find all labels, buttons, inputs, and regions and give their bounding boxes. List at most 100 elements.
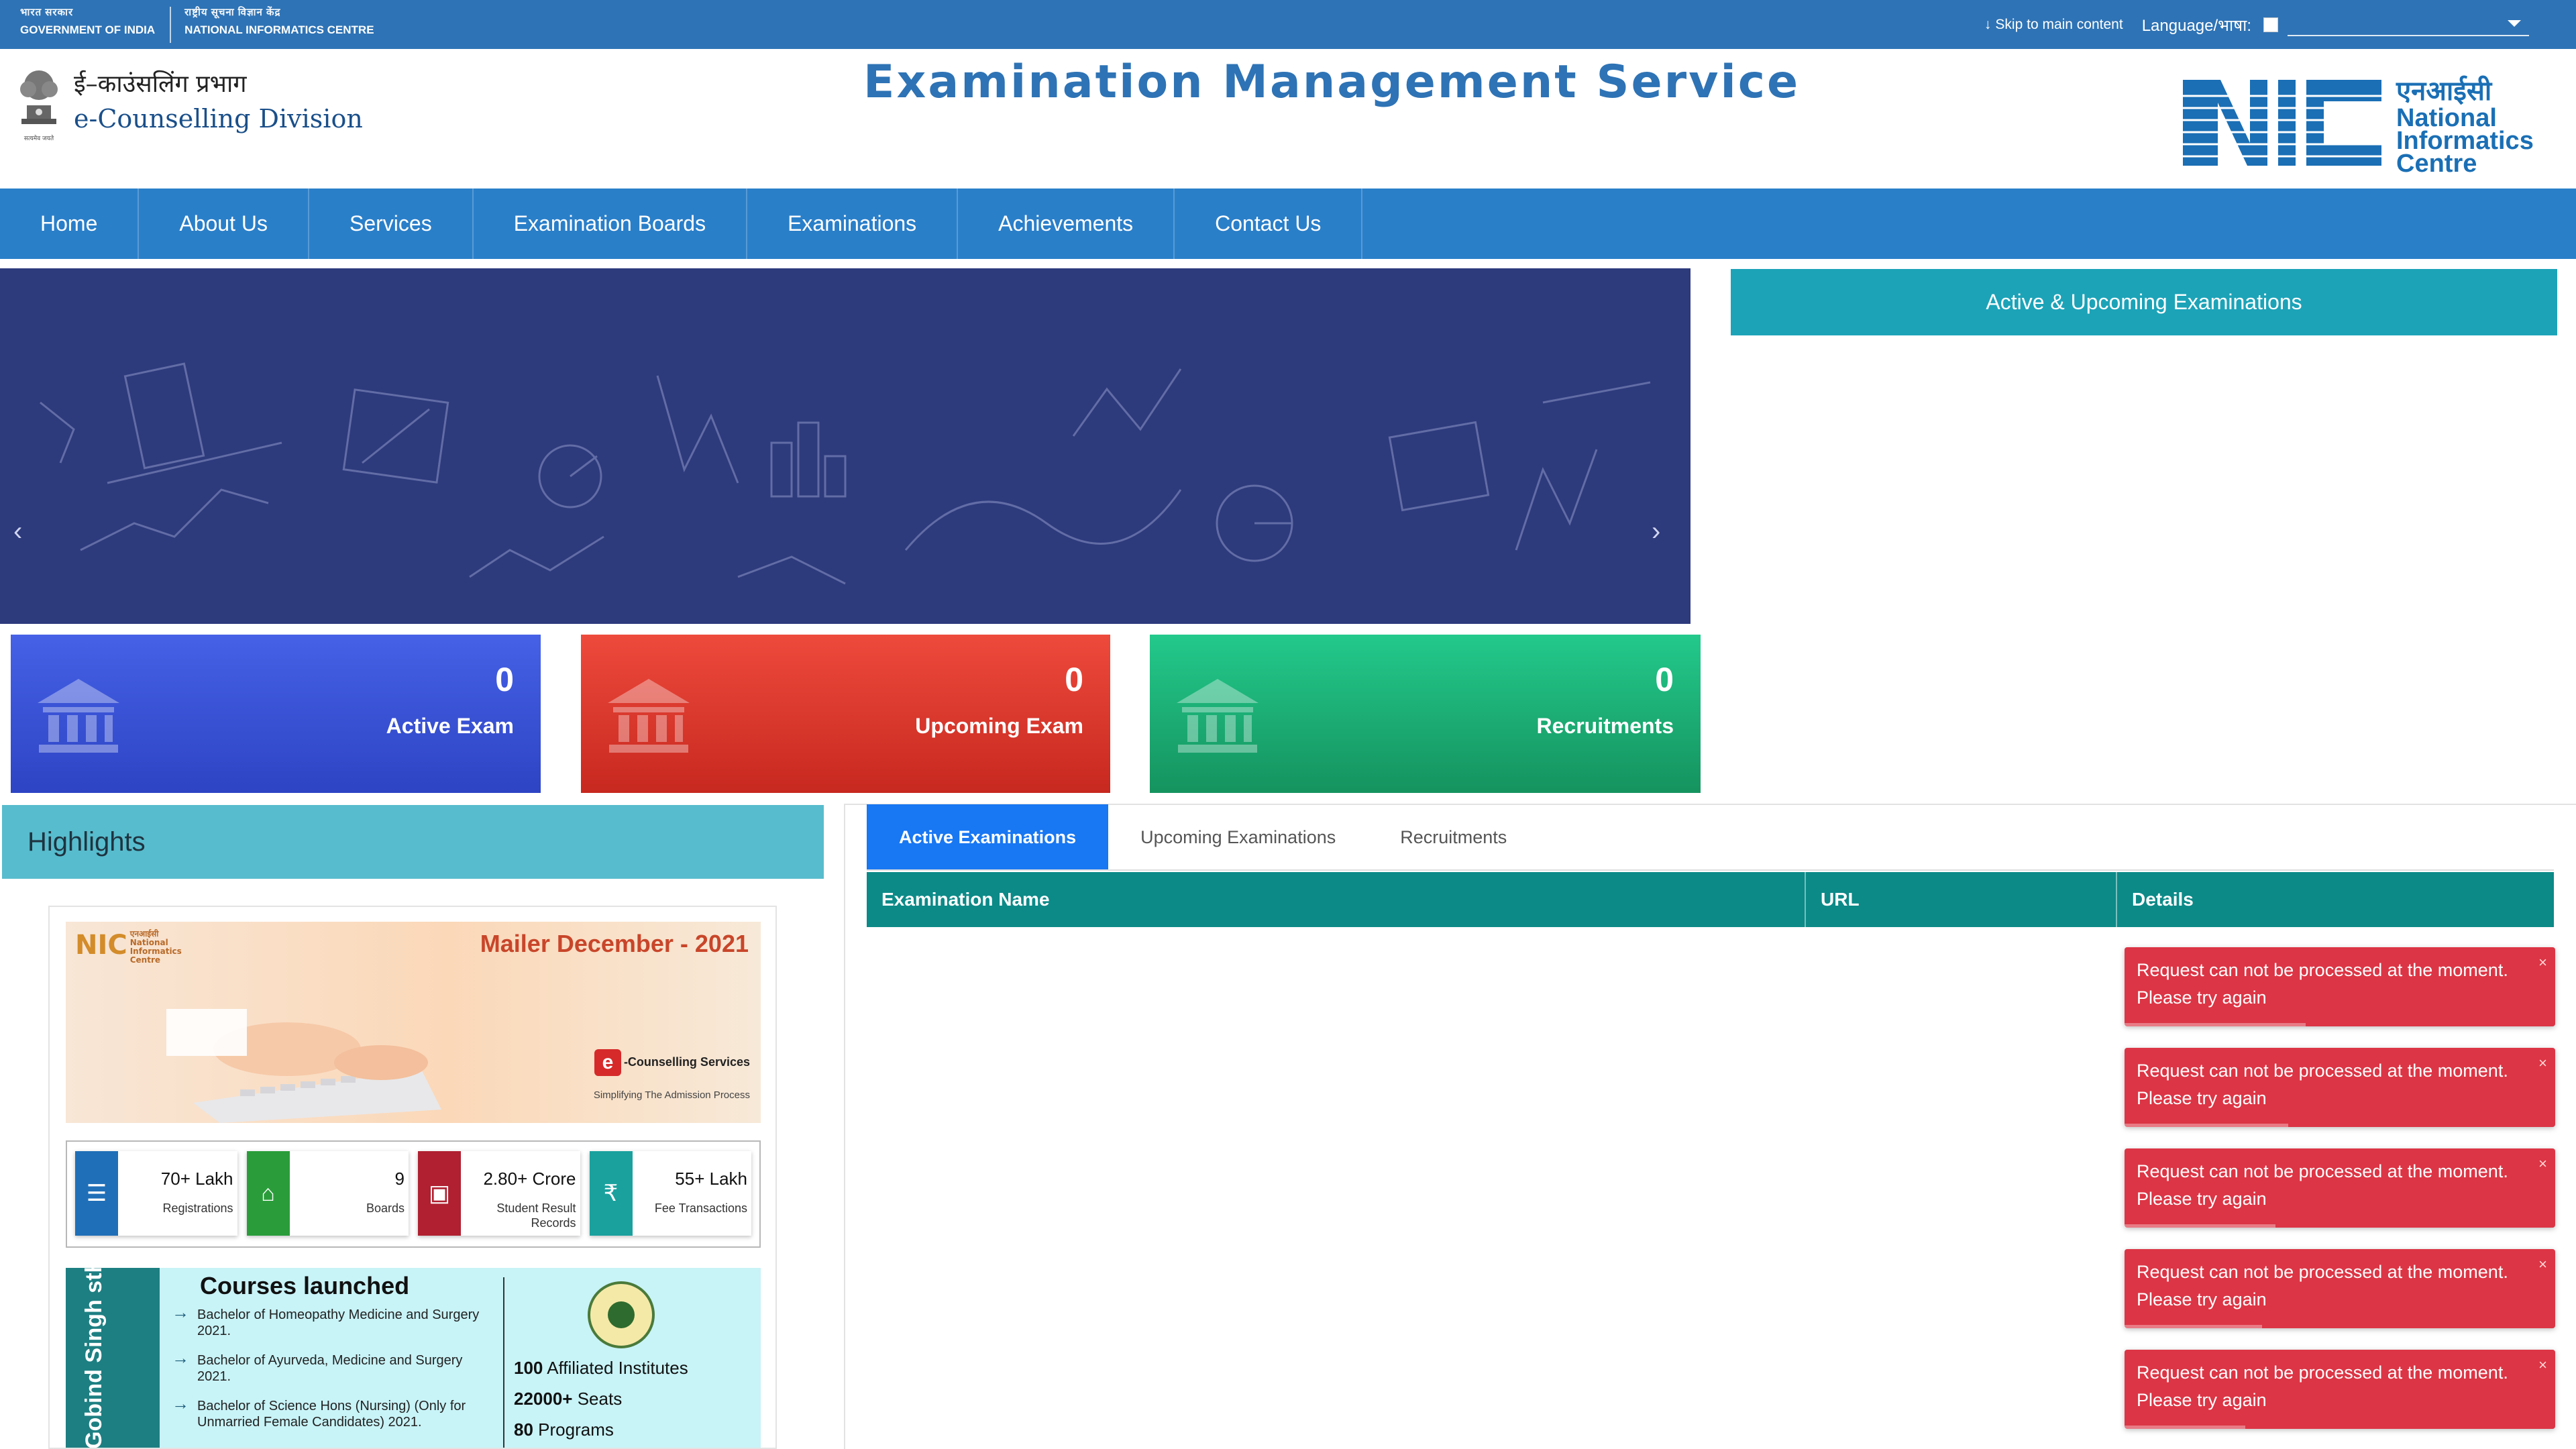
nic-english-text: NATIONAL INFORMATICS CENTRE [184, 23, 374, 36]
result-records-label: Student Result Records [496, 1201, 576, 1230]
bank-icon [1177, 679, 1258, 753]
error-toast[interactable]: × Request can not be processed at the mo… [2125, 947, 2555, 1026]
highlights-card: NIC एनआईसी National Informatics Centre Ma… [48, 906, 777, 1449]
division-name[interactable]: ई–काउंसलिंग प्रभाग e-Counselling Divisio… [74, 68, 363, 136]
home-icon: ⌂ [246, 1151, 290, 1236]
nic-link[interactable]: राष्ट्रीय सूचना विज्ञान केंद्र NATIONAL … [184, 7, 388, 43]
upcoming-exam-card[interactable]: 0 Upcoming Exam [581, 635, 1110, 793]
active-exam-count: 0 [495, 661, 514, 698]
national-emblem-logo[interactable]: सत्यमेव जयते [12, 58, 66, 146]
column-examination-name[interactable]: Examination Name [867, 872, 1806, 927]
nav-achievements[interactable]: Achievements [958, 189, 1175, 259]
stat-number: 22000+ [514, 1389, 573, 1409]
active-upcoming-header: Active & Upcoming Examinations [1731, 269, 2557, 335]
stat-text: Affiliated Institutes [547, 1358, 688, 1378]
banner-carousel[interactable]: ‹ › [0, 268, 1690, 624]
toast-progress-bar [2125, 1426, 2245, 1429]
close-icon[interactable]: × [2538, 1351, 2547, 1379]
toast-message: Request can not be processed at the mome… [2137, 1362, 2508, 1383]
stat-text: Programs [538, 1419, 614, 1440]
chevron-down-icon [2508, 20, 2521, 27]
page-title: Examination Management Service [863, 56, 1801, 109]
mailer-nic-logo: NIC एनआईसी National Informatics Centre [75, 929, 182, 965]
active-exam-card[interactable]: 0 Active Exam [11, 635, 541, 793]
close-icon[interactable]: × [2538, 1049, 2547, 1077]
gov-bar-actions: ↓ Skip to main content Language/भाषा: [1984, 13, 2529, 36]
tab-upcoming-examinations[interactable]: Upcoming Examinations [1108, 804, 1368, 870]
close-icon[interactable]: × [2538, 1150, 2547, 1177]
main-nav: Home About Us Services Examination Board… [0, 189, 2576, 259]
upcoming-exam-label: Upcoming Exam [915, 714, 1083, 738]
close-icon[interactable]: × [2538, 949, 2547, 976]
money-icon: ₹ [589, 1151, 633, 1236]
result-records-stat: ▣ 2.80+ Crore Student Result Records [418, 1151, 580, 1236]
id-card-icon: ▣ [418, 1151, 461, 1236]
language-checkbox[interactable] [2263, 17, 2278, 32]
gov-hindi-text: भारत सरकार [20, 7, 74, 18]
keyboard-hands-illustration [166, 1009, 441, 1123]
document-icon: ☰ [75, 1151, 118, 1236]
toast-message: Request can not be processed at the mome… [2137, 960, 2508, 980]
error-toast[interactable]: × Request can not be processed at the mo… [2125, 1148, 2555, 1228]
toast-progress-bar [2125, 1325, 2263, 1328]
nav-examination-boards[interactable]: Examination Boards [474, 189, 748, 259]
course-item: Bachelor of Homeopathy Medicine and Surg… [172, 1304, 488, 1339]
tab-recruitments[interactable]: Recruitments [1368, 804, 1539, 870]
toast-message-retry: Please try again [2137, 1390, 2267, 1410]
stat-text: Seats [577, 1389, 623, 1409]
gov-india-link[interactable]: भारत सरकार GOVERNMENT OF INDIA [20, 7, 172, 43]
nav-home[interactable]: Home [0, 189, 140, 259]
skip-to-main-link[interactable]: ↓ Skip to main content [1984, 17, 2123, 33]
language-select[interactable] [2288, 13, 2529, 36]
gov-english-text: GOVERNMENT OF INDIA [20, 23, 156, 36]
column-url[interactable]: URL [1806, 872, 2117, 927]
fee-transactions-label: Fee Transactions [654, 1201, 747, 1215]
courses-heading: Courses launched [200, 1272, 410, 1299]
mailer-service-badge: e -Counselling Services [594, 1049, 750, 1076]
nic-logo-line3: Centre [2396, 150, 2477, 178]
e-logo-icon: e [594, 1049, 621, 1076]
highlights-heading: Highlights [2, 805, 824, 879]
division-hindi: ई–काउंसलिंग प्रभाग [74, 70, 247, 98]
highlight-stats-row: ☰ 70+ Lakh Registrations ⌂ 9 Boards ▣ 2.… [66, 1140, 761, 1248]
carousel-next-arrow-icon[interactable]: › [1652, 517, 1660, 547]
gov-identity: भारत सरकार GOVERNMENT OF INDIA राष्ट्रीय… [20, 7, 402, 43]
affiliated-institutes-stat: 100 Affiliated Institutes [514, 1358, 688, 1379]
nav-about-us[interactable]: About Us [139, 189, 309, 259]
courses-launched-panel[interactable]: Gobind Singh stha University (GGSIPU) Co… [66, 1268, 761, 1448]
toast-message-retry: Please try again [2137, 1189, 2267, 1209]
banner-illustration [40, 362, 1651, 585]
boards-label: Boards [366, 1201, 405, 1215]
stat-number: 100 [514, 1358, 543, 1378]
mailer-banner[interactable]: NIC एनआईसी National Informatics Centre Ma… [66, 922, 761, 1123]
course-item-text: Bachelor of Science Hons (Nursing) (Only… [197, 1399, 466, 1430]
toast-message: Request can not be processed at the mome… [2137, 1262, 2508, 1282]
course-item: Bachelor of Ayurveda, Medicine and Surge… [172, 1350, 488, 1385]
nic-logo-text: एनआईसी National Informatics Centre [2396, 76, 2534, 178]
nav-contact-us[interactable]: Contact Us [1175, 189, 1363, 259]
nic-logo-line2: Informatics [2396, 127, 2534, 155]
upcoming-exam-count: 0 [1065, 661, 1083, 698]
course-item: Bachelor of Science Hons (Nursing) (Only… [172, 1395, 488, 1430]
column-details[interactable]: Details [2117, 872, 2554, 927]
close-icon[interactable]: × [2538, 1250, 2547, 1278]
nav-services[interactable]: Services [309, 189, 474, 259]
bank-icon [608, 679, 690, 753]
error-toast[interactable]: × Request can not be processed at the mo… [2125, 1249, 2555, 1328]
exam-tabs: Active Examinations Upcoming Examination… [867, 804, 1539, 870]
toast-progress-bar [2125, 1224, 2275, 1228]
skip-link-label: Skip to main content [1995, 17, 2123, 32]
error-toast[interactable]: × Request can not be processed at the mo… [2125, 1350, 2555, 1429]
nav-examinations[interactable]: Examinations [747, 189, 959, 259]
boards-value: 9 [394, 1169, 405, 1189]
boards-stat: ⌂ 9 Boards [246, 1151, 409, 1236]
error-toast[interactable]: × Request can not be processed at the mo… [2125, 1048, 2555, 1127]
toast-message-retry: Please try again [2137, 1088, 2267, 1108]
recruitments-card[interactable]: 0 Recruitments [1150, 635, 1701, 793]
university-side-label: Gobind Singh stha University (GGSIPU) [66, 1268, 160, 1448]
nic-logo-hindi: एनआईसी [2396, 76, 2492, 106]
carousel-prev-arrow-icon[interactable]: ‹ [13, 517, 22, 547]
tab-active-examinations[interactable]: Active Examinations [867, 804, 1109, 870]
mailer-nic-small: एनआईसी National Informatics Centre [129, 929, 182, 965]
recruitments-count: 0 [1655, 661, 1674, 698]
